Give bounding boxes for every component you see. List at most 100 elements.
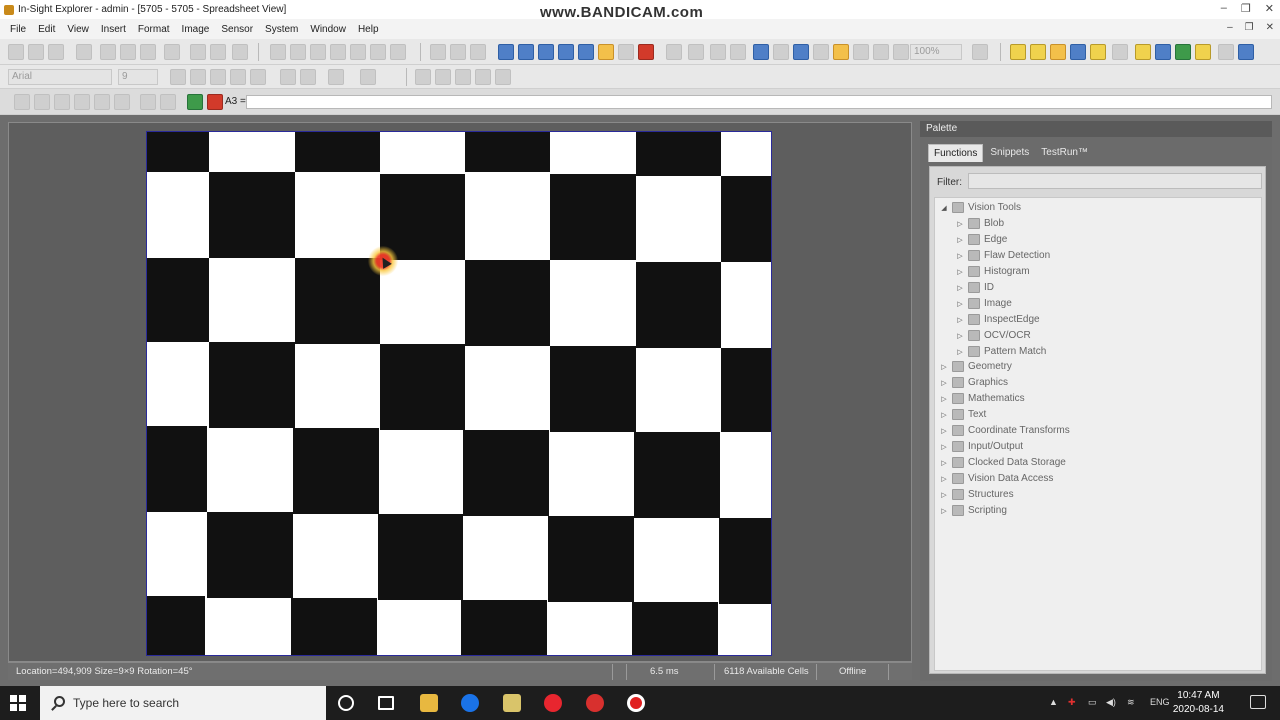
expand-icon[interactable]: ▷ — [955, 220, 965, 228]
expand-icon[interactable]: ▷ — [939, 363, 949, 371]
zoom-fill-icon[interactable] — [558, 44, 574, 60]
expand-icon[interactable]: ▷ — [955, 268, 965, 276]
palette-toggle-icon[interactable] — [1070, 44, 1086, 60]
last-image-icon[interactable] — [350, 44, 366, 60]
cancel-icon[interactable] — [207, 94, 223, 110]
zoom-in-icon[interactable] — [498, 44, 514, 60]
expand-icon[interactable]: ▷ — [939, 379, 949, 387]
graphic-tool-icon[interactable] — [415, 69, 431, 85]
battery-icon[interactable]: ▭ — [1088, 697, 1097, 708]
accept-icon[interactable] — [187, 94, 203, 110]
tree-item-vision-tools[interactable]: ◢ Vision Tools — [939, 200, 1021, 215]
custom-view-icon[interactable] — [638, 44, 654, 60]
function-icon[interactable] — [74, 94, 90, 110]
outlook-icon[interactable] — [461, 694, 479, 712]
open-icon[interactable] — [28, 44, 44, 60]
expand-icon[interactable]: ▷ — [939, 475, 949, 483]
cut-icon[interactable] — [100, 44, 116, 60]
tree-item-blob[interactable]: ▷ Blob — [955, 216, 1004, 231]
properties-icon[interactable] — [1195, 44, 1211, 60]
new-icon[interactable] — [8, 44, 24, 60]
tree-item-scripting[interactable]: ▷ Scripting — [939, 503, 1007, 518]
filter-input[interactable] — [968, 173, 1262, 189]
menu-system[interactable]: System — [259, 24, 304, 35]
doc-close-button[interactable]: ✕ — [1266, 22, 1274, 33]
tree-item-inspectedge[interactable]: ▷ InspectEdge — [955, 312, 1040, 327]
font-name-select[interactable]: Arial — [8, 69, 112, 85]
expand-icon[interactable]: ▷ — [939, 491, 949, 499]
tree-item-text[interactable]: ▷ Text — [939, 407, 986, 422]
tree-item-histogram[interactable]: ▷ Histogram — [955, 264, 1030, 279]
menu-view[interactable]: View — [61, 24, 95, 35]
align-right-icon[interactable] — [250, 69, 266, 85]
notification-icon[interactable] — [1250, 695, 1266, 709]
select-region-icon[interactable] — [94, 94, 110, 110]
close-button[interactable]: ✕ — [1265, 2, 1274, 15]
job-icon[interactable] — [1135, 44, 1151, 60]
next-image-icon[interactable] — [330, 44, 346, 60]
power-app-icon[interactable] — [586, 694, 604, 712]
opera-icon[interactable] — [544, 694, 562, 712]
paste-icon[interactable] — [140, 44, 156, 60]
easybuilder-icon[interactable] — [773, 44, 789, 60]
expand-icon[interactable]: ▷ — [955, 300, 965, 308]
arrange-tool-icon[interactable] — [495, 69, 511, 85]
menu-format[interactable]: Format — [132, 24, 176, 35]
folder-icon[interactable] — [1030, 44, 1046, 60]
previous-image-icon[interactable] — [290, 44, 306, 60]
tree-item-ocv-ocr[interactable]: ▷ OCV/OCR — [955, 328, 1031, 343]
bandicam-record-icon[interactable] — [627, 694, 645, 712]
menu-image[interactable]: Image — [176, 24, 216, 35]
graphics-icon[interactable] — [710, 44, 726, 60]
wifi-icon[interactable]: ≋ — [1127, 697, 1135, 708]
fill-color-icon[interactable] — [328, 69, 344, 85]
font-color-icon[interactable] — [360, 69, 376, 85]
table-icon[interactable] — [793, 44, 809, 60]
tab-testrun[interactable]: TestRun™ — [1036, 144, 1093, 162]
bold-icon[interactable] — [170, 69, 186, 85]
tree-item-coordinate-transforms[interactable]: ▷ Coordinate Transforms — [939, 423, 1070, 438]
region-tool-icon[interactable] — [435, 69, 451, 85]
menu-insert[interactable]: Insert — [95, 24, 132, 35]
overlay-icon[interactable] — [688, 44, 704, 60]
align-center-icon[interactable] — [230, 69, 246, 85]
minimize-button[interactable]: – — [1221, 2, 1227, 15]
cell-state-icon[interactable] — [114, 94, 130, 110]
expand-icon[interactable]: ▷ — [955, 316, 965, 324]
taskbar-search-box[interactable]: Type here to search — [40, 686, 326, 720]
menu-file[interactable]: File — [4, 24, 32, 35]
doc-restore-button[interactable]: ❐ — [1245, 22, 1254, 33]
delete-icon[interactable] — [232, 44, 248, 60]
tree-item-mathematics[interactable]: ▷ Mathematics — [939, 391, 1025, 406]
copy-icon[interactable] — [120, 44, 136, 60]
print-icon[interactable] — [76, 44, 92, 60]
tree-item-vision-data-access[interactable]: ▷ Vision Data Access — [939, 471, 1053, 486]
cortana-icon[interactable] — [338, 695, 354, 711]
collapse-icon[interactable]: ◢ — [939, 204, 949, 212]
menu-window[interactable]: Window — [304, 24, 352, 35]
settings-icon[interactable] — [873, 44, 889, 60]
expand-icon[interactable]: ▷ — [939, 395, 949, 403]
redo-icon[interactable] — [210, 44, 226, 60]
maximize-button[interactable]: ❐ — [1241, 2, 1251, 15]
gear-icon[interactable] — [1112, 44, 1128, 60]
expand-icon[interactable]: ▷ — [955, 348, 965, 356]
doc-minimize-button[interactable]: – — [1227, 22, 1233, 33]
sensor-icon[interactable] — [1155, 44, 1171, 60]
tree-item-flaw-detection[interactable]: ▷ Flaw Detection — [955, 248, 1050, 263]
volume-icon[interactable]: ◀) — [1106, 697, 1116, 708]
cell-grid-icon[interactable] — [34, 94, 50, 110]
acquired-image[interactable] — [146, 131, 772, 656]
trigger-icon[interactable] — [430, 44, 446, 60]
tree-item-clocked-data-storage[interactable]: ▷ Clocked Data Storage — [939, 455, 1066, 470]
system-clock[interactable]: 10:47 AM 2020-08-14 — [1173, 689, 1224, 717]
formula-icon[interactable] — [54, 94, 70, 110]
tab-functions[interactable]: Functions — [928, 144, 984, 162]
network-icon[interactable] — [1010, 44, 1026, 60]
network-status-icon[interactable]: ✚ — [1068, 697, 1076, 708]
filmstrip-icon[interactable] — [390, 44, 406, 60]
tree-item-edge[interactable]: ▷ Edge — [955, 232, 1007, 247]
font-size-select[interactable]: 9 — [118, 69, 158, 85]
conditional-icon[interactable] — [140, 94, 156, 110]
insight-explorer-icon[interactable] — [503, 694, 521, 712]
